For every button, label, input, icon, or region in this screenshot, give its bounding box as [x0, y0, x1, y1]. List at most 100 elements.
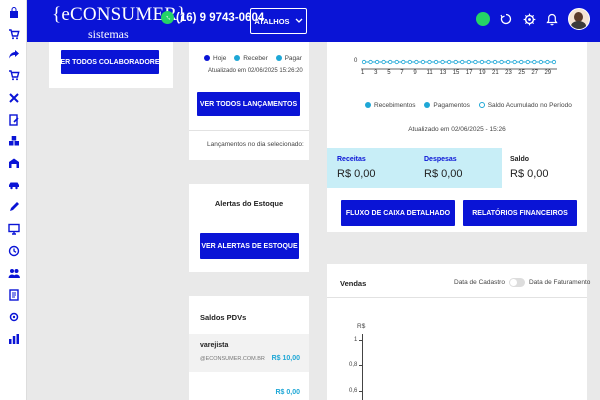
view-all-entries-button[interactable]: VER TODOS LANÇAMENTOS: [197, 92, 300, 116]
legend-receive: Receber: [243, 55, 268, 62]
chart-point: [551, 59, 557, 65]
chart-point: [473, 59, 478, 65]
pdv-balances-card: Saldos PDVs varejista @ECONSUMER.COM.BR …: [189, 296, 309, 400]
toggle-right-label: Data de Faturamento: [528, 279, 591, 286]
chart-point: [368, 59, 373, 65]
top-bar: {eCONSUMER} sistemas (16) 9 9743-0604 AT…: [0, 0, 600, 42]
legend-pay: Pagar: [284, 55, 302, 62]
sidebar-bag-icon[interactable]: [7, 6, 20, 19]
summary-row: Receitas R$ 0,00 Despesas R$ 0,00 Saldo …: [327, 148, 587, 188]
sidebar-cart-icon[interactable]: [7, 27, 20, 40]
chart-point: [401, 59, 406, 65]
pdv-value: R$ 10,00: [271, 355, 300, 362]
cashflow-detail-button[interactable]: FLUXO DE CAIXA DETALHADO: [341, 200, 455, 226]
chart-point: [433, 59, 439, 65]
chart-point: [381, 59, 386, 65]
saldo-label: Saldo: [510, 156, 530, 163]
sales-tick-0-6: 0,6: [349, 388, 358, 394]
chart-point: [420, 59, 426, 65]
chart-point: [512, 59, 517, 65]
whatsapp-icon[interactable]: [476, 12, 490, 26]
axis-tick-label: 7: [400, 70, 404, 76]
legend-balance: Saldo Acumulado no Período: [487, 102, 572, 109]
legend-receipts: Recebimentos: [374, 102, 416, 109]
gear-icon[interactable]: [522, 12, 536, 26]
date-toggle: Data de Cadastro Data de Faturamento: [454, 278, 590, 287]
cashflow-chart-svg: [361, 59, 557, 70]
axis-tick-label: 11: [426, 70, 433, 76]
view-stock-alerts-button[interactable]: VER ALERTAS DE ESTOQUE: [200, 233, 299, 259]
sidebar-pen-icon[interactable]: [7, 200, 20, 213]
sales-tick-0-8: 0,8: [349, 362, 358, 368]
chart-point: [427, 59, 432, 65]
calendar-legend: Hoje Receber Pagar: [204, 55, 302, 62]
axis-zero: 0: [354, 58, 358, 64]
chart-point: [538, 59, 543, 65]
sales-tick-mark: [359, 365, 363, 366]
chart-point: [479, 59, 485, 65]
pdv-balances-title: Saldos PDVs: [200, 313, 247, 322]
chart-point: [447, 59, 452, 65]
logo[interactable]: {eCONSUMER} sistemas: [52, 2, 186, 42]
chart-point: [506, 59, 511, 65]
axis-tick-label: 15: [452, 70, 460, 76]
sidebar-warehouse-icon[interactable]: [7, 156, 20, 169]
sales-card: Vendas Data de Cadastro Data de Faturame…: [327, 264, 590, 400]
top-icons: [476, 8, 590, 30]
entries-day-label: Lançamentos no dia selecionado:: [207, 141, 304, 148]
date-toggle-switch[interactable]: [508, 278, 525, 287]
sidebar-clock-icon[interactable]: [7, 244, 20, 257]
divider: [327, 297, 587, 298]
calendar-updated: Atualizado em 02/06/2025 15:26:20: [208, 68, 303, 74]
sidebar-share-icon[interactable]: [7, 47, 20, 60]
sidebar-car-icon[interactable]: [7, 178, 20, 191]
avatar[interactable]: [568, 8, 590, 30]
financial-reports-button[interactable]: RELATÓRIOS FINANCEIROS: [463, 200, 577, 226]
chart-point: [394, 59, 399, 65]
sidebar-users-icon[interactable]: [7, 266, 20, 279]
chart-point: [486, 59, 491, 65]
chart-point: [361, 59, 367, 65]
axis-tick-label: 21: [492, 70, 499, 76]
pdv-row: varejista @ECONSUMER.COM.BR R$ 10,00: [189, 334, 309, 372]
axis-tick-label: 25: [518, 70, 525, 76]
sidebar-report-icon[interactable]: [7, 288, 20, 301]
legend-payments: Pagamentos: [433, 102, 470, 109]
stock-alerts-title: Alertas do Estoque: [214, 199, 284, 208]
whatsapp-icon: [161, 11, 174, 24]
pdv-value-2: R$ 0,00: [275, 389, 300, 396]
contact-phone[interactable]: (16) 9 9743-0604: [161, 11, 264, 24]
shortcuts-label: ATALHOS: [254, 16, 290, 26]
cashflow-card: 0 1 3 5 7 9 11 13 15 17 19 21 23 25 27 29 Recebimentos…: [327, 42, 587, 232]
cashflow-updated: Atualizado em 02/06/2025 - 15:26: [408, 126, 506, 133]
sidebar-cart-add-icon[interactable]: [7, 68, 20, 81]
divider: [189, 130, 309, 131]
chart-point: [407, 59, 412, 65]
sales-tick-mark: [359, 340, 363, 341]
sales-title: Vendas: [340, 279, 367, 288]
pdv-name: varejista: [200, 342, 229, 349]
shortcuts-dropdown[interactable]: ATALHOS: [250, 8, 307, 34]
axis-tick-label: 13: [439, 70, 447, 76]
collaborators-card: VER TODOS COLABORADORES: [49, 42, 173, 88]
sync-icon[interactable]: [499, 12, 513, 26]
sidebar-chart-icon[interactable]: [7, 332, 20, 345]
sidebar-settings-icon[interactable]: [7, 310, 20, 323]
sidebar-tools-icon[interactable]: [7, 91, 20, 104]
axis-tick-label: 5: [387, 70, 391, 76]
view-all-collaborators-button[interactable]: VER TODOS COLABORADORES: [56, 50, 164, 74]
chart-point: [440, 59, 445, 65]
axis-tick-label: 29: [544, 70, 552, 76]
sidebar-monitor-icon[interactable]: [7, 222, 20, 235]
sidebar-document-icon[interactable]: [7, 113, 20, 126]
chart-point: [519, 59, 524, 65]
chart-point: [532, 59, 537, 65]
sidebar-boxes-icon[interactable]: [7, 134, 20, 147]
saldo-value: R$ 0,00: [510, 168, 549, 180]
sales-tick-1: 1: [354, 337, 358, 343]
axis-tick-label: 19: [478, 70, 486, 76]
bell-icon[interactable]: [545, 12, 559, 26]
chart-point: [499, 59, 504, 65]
chart-point: [460, 59, 465, 65]
despesas-label: Despesas: [424, 156, 457, 163]
